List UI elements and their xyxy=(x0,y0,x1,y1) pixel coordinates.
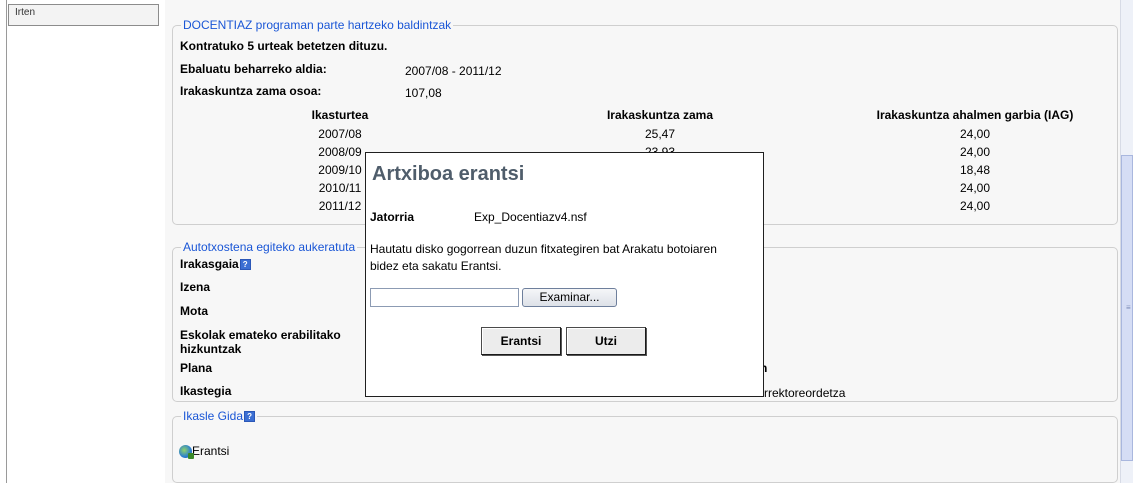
ikasle-gida-fieldset: Ikasle Gida? xyxy=(172,409,1118,483)
instruction-line1: Hautatu disko gogorrean duzun fitxategir… xyxy=(370,242,717,256)
cell-iag: 24,00 xyxy=(959,199,991,213)
ikastegia-value: rrektoreordetza xyxy=(764,386,846,400)
ikasle-gida-legend: Ikasle Gida? xyxy=(181,409,257,423)
globe-attach-icon xyxy=(179,445,194,460)
instruction-line2: bidez eta sakatu Erantsi. xyxy=(370,259,502,273)
browse-button[interactable]: Examinar... xyxy=(522,288,617,307)
hizkuntzak-label-line2: hizkuntzak xyxy=(180,342,242,356)
irakasgaia-label: Irakasgaia? xyxy=(180,257,251,271)
cell-load: 25,47 xyxy=(644,127,676,141)
origin-value: Exp_Docentiazv4.nsf xyxy=(474,210,587,224)
attach-link[interactable]: Erantsi xyxy=(179,444,229,460)
period-value: 2007/08 - 2011/12 xyxy=(405,64,502,78)
izena-label: Izena xyxy=(180,280,211,294)
cell-iag: 24,00 xyxy=(959,145,991,159)
col-header-iag: Irakaskuntza ahalmen garbia (IAG) xyxy=(876,108,1074,122)
autotxostena-legend: Autotxostena egiteko aukeratuta xyxy=(183,240,356,254)
irten-button[interactable]: Irten xyxy=(8,4,159,26)
eligibility-message: Kontratuko 5 urteak betetzen dituzu. xyxy=(180,39,388,53)
cell-iag: 18,48 xyxy=(959,163,991,177)
help-icon[interactable]: ? xyxy=(244,411,256,423)
help-icon[interactable]: ? xyxy=(239,259,251,271)
cell-iag: 24,00 xyxy=(959,181,991,195)
total-load-label: Irakaskuntza zama osoa: xyxy=(180,84,322,98)
file-path-input[interactable] xyxy=(370,288,519,307)
cell-year: 2007/08 xyxy=(318,127,362,141)
docentiaz-legend: DOCENTIAZ programan parte hartzeko baldi… xyxy=(183,18,452,32)
period-label: Ebaluatu beharreko aldia: xyxy=(180,62,327,76)
total-load-value: 107,08 xyxy=(405,86,442,100)
cancel-button[interactable]: Utzi xyxy=(566,327,646,355)
dialog-title: Artxiboa erantsi xyxy=(372,163,525,185)
col-header-year: Ikasturtea xyxy=(311,108,369,122)
attach-file-dialog: Artxiboa erantsi Jatorria Exp_Docentiazv… xyxy=(365,152,764,397)
origin-label: Jatorria xyxy=(370,210,415,224)
mota-label: Mota xyxy=(180,304,208,318)
left-nav xyxy=(7,0,165,483)
cell-iag: 24,00 xyxy=(959,127,991,141)
ikastegia-label: Ikastegia xyxy=(180,384,232,398)
col-header-load: Irakaskuntza zama xyxy=(606,108,714,122)
plana-label: Plana xyxy=(180,361,213,375)
hizkuntzak-label-line1: Eskolak emateko erabilitako xyxy=(180,328,341,342)
attach-button[interactable]: Erantsi xyxy=(481,327,561,355)
scrollbar-grip-icon: ≡ xyxy=(1126,303,1131,312)
